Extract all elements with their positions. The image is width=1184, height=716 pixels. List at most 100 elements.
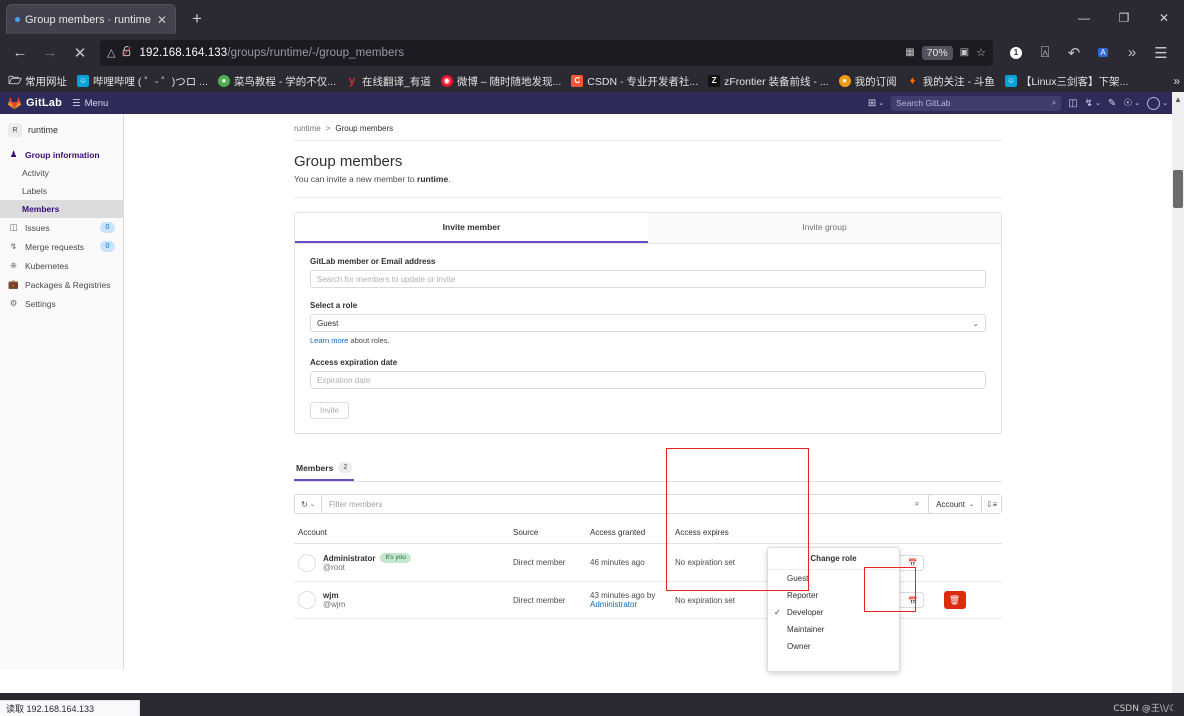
sidebar-item-merge-requests[interactable]: ↯ Merge requests 0: [0, 237, 123, 256]
translate-icon[interactable]: ▣: [960, 47, 969, 58]
bookmark-item[interactable]: ◉ 微博 – 随时随地发现...: [437, 73, 565, 90]
sidebar-item-group-information[interactable]: ♟ Group information: [0, 145, 123, 164]
sidebar-item-kubernetes[interactable]: ⎈ Kubernetes: [0, 256, 123, 275]
role-select[interactable]: Guest ⌄: [310, 314, 986, 332]
tab-invite-group[interactable]: Invite group: [648, 213, 1001, 243]
bookmark-item[interactable]: ● 菜鸟教程 - 学的不仅...: [214, 73, 340, 90]
member-search-input[interactable]: Search for members to update or invite: [310, 270, 986, 288]
expiration-field-label: Access expiration date: [310, 358, 398, 367]
filter-history-button[interactable]: ↻ ⌄: [295, 495, 322, 513]
dropdown-option-maintainer[interactable]: Maintainer: [768, 621, 899, 638]
breadcrumb-root[interactable]: runtime: [294, 124, 321, 133]
sidebar-item-activity[interactable]: Activity: [0, 164, 123, 182]
dropdown-option-owner[interactable]: Owner: [768, 638, 899, 655]
back-icon[interactable]: ←: [6, 39, 34, 67]
member-name-label: wjm: [323, 591, 339, 600]
learn-more-link[interactable]: Learn more: [310, 336, 348, 345]
dropdown-option-developer[interactable]: ✓ Developer: [768, 604, 899, 621]
todo-icon[interactable]: ✎: [1108, 98, 1116, 109]
star-icon[interactable]: ☆: [976, 46, 986, 59]
qr-code-icon[interactable]: ▦: [905, 47, 914, 58]
zoom-level-badge[interactable]: 70%: [921, 45, 953, 60]
bookmark-item[interactable]: ☺ 哔哩哔哩 ( ゜- ゜)つロ ...: [73, 73, 212, 90]
bookmark-item[interactable]: ● 我的订阅: [835, 73, 901, 90]
bookmark-item[interactable]: 🗁 常用网址: [5, 73, 71, 90]
sidebar-item-packages-registries[interactable]: 💼 Packages & Registries: [0, 275, 123, 294]
filter-members-input[interactable]: Filter members: [322, 495, 907, 513]
sort-descending-icon[interactable]: ⇩≡: [981, 495, 1001, 513]
column-header-access-expires: Access expires: [671, 522, 766, 544]
address-bar[interactable]: △ 192.168.164.133/groups/runtime/-/group…: [100, 39, 993, 66]
page-title: Group members: [294, 153, 403, 170]
members-tabs: Members 2: [294, 456, 1002, 482]
member-handle: @root: [323, 563, 345, 572]
member-name: Administrator It's you: [323, 553, 411, 563]
expiration-placeholder: Expiration date: [317, 375, 371, 385]
new-tab-button[interactable]: +: [186, 8, 208, 30]
merge-request-icon[interactable]: ↯ ⌄: [1085, 98, 1101, 109]
merge-request-icon: ↯: [9, 241, 18, 251]
sidebar-item-labels[interactable]: Labels: [0, 182, 123, 200]
undo-icon[interactable]: ↶: [1061, 40, 1087, 66]
overflow-icon[interactable]: »: [1119, 40, 1145, 66]
granted-by-link[interactable]: Administrator: [590, 600, 637, 609]
bookmark-item[interactable]: ☺ 【Linux三剑客】下架...: [1001, 73, 1132, 90]
search-icon[interactable]: ⌕: [906, 495, 929, 513]
trash-icon[interactable]: 🗑: [943, 591, 966, 609]
shield-icon[interactable]: △: [107, 46, 115, 59]
bookmark-item[interactable]: ZzFrontier 装备前线 - ...: [704, 73, 832, 90]
group-name-label: runtime: [28, 125, 59, 135]
member-name-label: Administrator: [323, 553, 376, 563]
forward-icon[interactable]: →: [36, 39, 64, 67]
dropdown-option-guest[interactable]: Guest: [768, 570, 899, 587]
close-icon[interactable]: ✕: [157, 14, 167, 26]
sidebar-item-members[interactable]: Members: [0, 200, 123, 218]
translate-page-icon[interactable]: A: [1090, 40, 1116, 66]
page-subtitle-post: .: [448, 174, 451, 184]
sidebar-item-label: Kubernetes: [25, 260, 69, 271]
sidebar-group-header[interactable]: R runtime: [0, 118, 123, 145]
browser-tab[interactable]: Group members · runtime · G ✕: [6, 4, 176, 34]
plus-square-icon[interactable]: ⊞ ⌄: [868, 98, 884, 109]
hamburger-menu-icon[interactable]: ☰: [1148, 40, 1174, 66]
minimize-icon[interactable]: —: [1064, 0, 1104, 35]
status-bar-text: 读取 192.168.164.133: [6, 704, 95, 714]
page-subtitle: You can invite a new member to runtime.: [294, 174, 1002, 184]
issues-icon[interactable]: ◫: [1068, 98, 1077, 109]
sidebar-item-issues[interactable]: ◫ Issues 0: [0, 218, 123, 237]
bookmark-label: 在线翻译_有道: [362, 75, 431, 88]
stop-icon[interactable]: ✕: [66, 39, 94, 67]
page-subtitle-group: runtime: [417, 174, 449, 184]
maximize-icon[interactable]: ❐: [1104, 0, 1144, 35]
crop-icon[interactable]: ⍓: [1032, 40, 1058, 66]
bookmark-item[interactable]: ♦ 我的关注 - 斗鱼: [903, 73, 999, 90]
sort-field-button[interactable]: Account ⌄: [928, 495, 981, 513]
sidebar-item-settings[interactable]: ⚙ Settings: [0, 294, 123, 313]
page-scrollbar[interactable]: ▲: [1172, 92, 1184, 693]
bookmark-item[interactable]: C CSDN - 专业开发者社...: [567, 73, 702, 90]
bookmark-item[interactable]: y 在线翻译_有道: [342, 73, 435, 90]
table-header-row: Account Source Access granted Access exp…: [294, 522, 1002, 544]
help-icon[interactable]: ☉ ⌄: [1123, 98, 1140, 109]
gitlab-logo[interactable]: GitLab: [8, 96, 62, 110]
scroll-up-icon[interactable]: ▲: [1172, 92, 1184, 106]
invite-button[interactable]: Invite: [310, 402, 350, 419]
account-badge[interactable]: 1: [1003, 40, 1029, 66]
bookmark-label: 我的关注 - 斗鱼: [922, 75, 995, 88]
gitlab-menu-button[interactable]: ☰ Menu: [72, 98, 108, 109]
broken-lock-icon[interactable]: [122, 45, 132, 60]
bookmark-label: 常用网址: [25, 75, 67, 88]
cell-access-expires: No expiration set: [671, 543, 766, 582]
tab-members[interactable]: Members 2: [294, 456, 355, 481]
gitlab-top-nav-right: ⊞ ⌄ Search GitLab ⌕ ◫ ↯ ⌄ ✎ ☉ ⌄ ⌄: [868, 95, 1184, 111]
close-window-icon[interactable]: ✕: [1144, 0, 1184, 35]
gitlab-search-input[interactable]: Search GitLab ⌕: [891, 95, 1062, 111]
dropdown-option-reporter[interactable]: Reporter: [768, 587, 899, 604]
bookmarks-overflow-icon[interactable]: »: [1173, 74, 1180, 88]
change-role-dropdown[interactable]: Change role Guest Reporter ✓ Developer M…: [767, 547, 900, 672]
expiration-date-input[interactable]: Expiration date: [310, 371, 986, 389]
tab-invite-member[interactable]: Invite member: [295, 213, 648, 243]
column-header-source: Source: [509, 522, 586, 544]
user-avatar-icon[interactable]: ⌄: [1147, 96, 1168, 110]
scrollbar-thumb[interactable]: [1173, 170, 1183, 208]
